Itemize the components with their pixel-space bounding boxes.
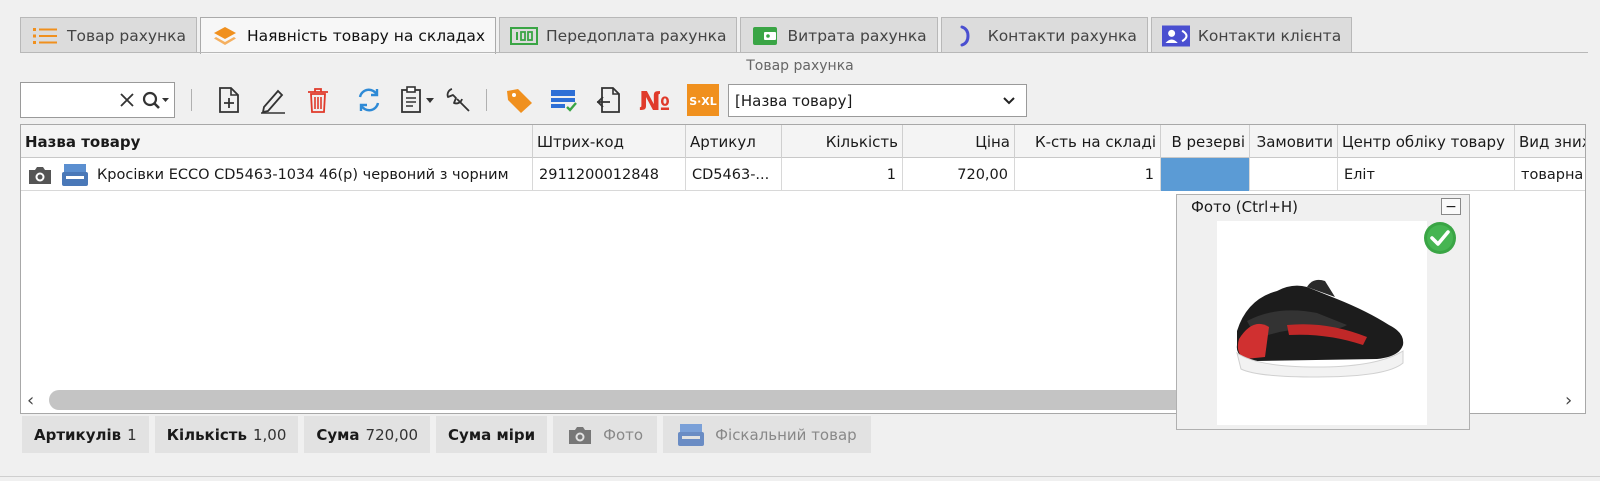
delete-trash-icon[interactable] <box>301 84 335 116</box>
status-sum: Сума 720,00 <box>304 416 431 453</box>
column-header-barcode[interactable]: Штрих-код <box>533 125 686 158</box>
refresh-icon[interactable] <box>352 84 386 116</box>
cell-barcode: 2911200012848 <box>533 158 686 191</box>
column-header-stock[interactable]: К-сть на складі <box>1015 125 1161 158</box>
cell-qty: 1 <box>782 158 903 191</box>
photo-button-label: Фото <box>603 425 644 444</box>
status-sum-label: Сума <box>316 425 360 444</box>
tab-label: Витрата рахунка <box>787 26 927 45</box>
column-header-price[interactable]: Ціна <box>903 125 1015 158</box>
tab-label: Наявність товару на складах <box>247 27 486 45</box>
photo-panel: Фото (Ctrl+H) − <box>1176 194 1470 430</box>
chevron-down-icon <box>1002 94 1016 112</box>
client-contacts-icon <box>1161 24 1190 48</box>
status-articles-label: Артикулів <box>34 425 122 444</box>
section-title: Товар рахунка <box>746 58 854 74</box>
cell-reserve[interactable] <box>1161 158 1250 191</box>
photo-button[interactable]: Фото <box>553 416 658 453</box>
tab-prepayment[interactable]: Передоплата рахунка <box>499 17 738 53</box>
export-document-icon[interactable] <box>592 84 626 116</box>
settings-wrench-icon[interactable] <box>442 84 476 116</box>
minimize-button[interactable]: − <box>1441 198 1461 215</box>
search-input[interactable] <box>27 85 115 115</box>
scrollbar-thumb[interactable] <box>49 390 1192 410</box>
fiscal-goods-button[interactable]: Фіскальний товар <box>663 416 871 453</box>
tab-client-contacts[interactable]: Контакти клієнта <box>1150 17 1353 53</box>
tab-bar: Товар рахунка Наявність товару на склада… <box>20 17 1355 54</box>
size-grid-icon[interactable]: S·XL <box>686 84 720 116</box>
product-photo <box>1217 221 1427 425</box>
tab-label: Товар рахунка <box>67 26 187 45</box>
column-header-reserve[interactable]: В резерві <box>1161 125 1250 158</box>
toolbar-separator <box>191 89 192 111</box>
product-name: Кросівки ECCO CD5463-1034 46(р) червоний… <box>97 166 509 183</box>
toolbar-separator <box>486 89 487 111</box>
prepayment-icon <box>510 24 539 48</box>
cell-discount: товарна <box>1515 158 1585 191</box>
svg-text:№: № <box>639 87 670 114</box>
scroll-right-icon[interactable]: › <box>1565 390 1572 411</box>
tab-expense[interactable]: Витрата рахунка <box>740 17 938 53</box>
column-header-order[interactable]: Замовити <box>1250 125 1338 158</box>
search-options-icon[interactable] <box>139 86 173 114</box>
cell-price: 720,00 <box>903 158 1015 191</box>
cell-name: Кросівки ECCO CD5463-1034 46(р) червоний… <box>21 158 533 191</box>
minimize-icon: − <box>1445 198 1457 215</box>
price-tag-icon[interactable] <box>502 84 536 116</box>
cell-stock: 1 <box>1015 158 1161 191</box>
fiscal-goods-button-label: Фіскальний товар <box>715 425 857 444</box>
camera-icon[interactable] <box>27 164 53 186</box>
column-select-value: [Назва товару] <box>735 91 853 110</box>
tab-label: Передоплата рахунка <box>546 26 727 45</box>
cell-center: Еліт <box>1338 158 1515 191</box>
card-check-icon[interactable] <box>547 84 581 116</box>
scroll-left-icon[interactable]: ‹ <box>27 390 34 411</box>
column-header-article[interactable]: Артикул <box>686 125 782 158</box>
status-qty-label: Кількість <box>166 425 247 444</box>
svg-text:S·XL: S·XL <box>689 95 717 108</box>
status-sum-value: 720,00 <box>365 425 419 444</box>
tab-invoice-contacts[interactable]: Контакти рахунка <box>940 17 1148 53</box>
clear-icon[interactable] <box>115 88 139 112</box>
search-box <box>20 82 175 118</box>
check-confirm-icon[interactable] <box>1423 221 1457 255</box>
fiscal-printer-icon <box>677 423 705 447</box>
status-qty-value: 1,00 <box>252 425 287 444</box>
column-header-qty[interactable]: Кількість <box>782 125 903 158</box>
clipboard-menu-icon[interactable] <box>397 84 439 116</box>
tab-divider <box>20 52 1588 53</box>
column-header-discount[interactable]: Вид зниж <box>1515 125 1585 158</box>
tab-label: Контакти рахунка <box>987 26 1137 45</box>
table-header: Назва товару Штрих-код Артикул Кількість… <box>21 125 1585 158</box>
wallet-icon <box>751 24 779 48</box>
status-measure-label: Сума міри <box>448 425 536 444</box>
status-qty: Кількість 1,00 <box>154 416 299 453</box>
status-measure: Сума міри <box>436 416 548 453</box>
column-select[interactable]: [Назва товару] <box>728 84 1027 117</box>
table-row[interactable]: Кросівки ECCO CD5463-1034 46(р) червоний… <box>21 158 1585 191</box>
tab-invoice-goods[interactable]: Товар рахунка <box>20 17 198 53</box>
edit-pencil-icon[interactable] <box>256 84 290 116</box>
column-header-center[interactable]: Центр обліку товару <box>1338 125 1515 158</box>
status-bar: Артикулів 1 Кількість 1,00 Сума 720,00 С… <box>22 416 871 453</box>
fiscal-printer-icon[interactable] <box>61 163 89 187</box>
bottom-divider <box>0 476 1600 477</box>
contacts-icon <box>952 24 980 48</box>
tab-label: Контакти клієнта <box>1197 26 1342 45</box>
tab-stock-availability[interactable]: Наявність товару на складах <box>200 17 497 54</box>
status-articles-value: 1 <box>127 425 137 444</box>
list-icon <box>31 24 59 48</box>
layers-icon <box>211 24 239 48</box>
status-articles: Артикулів 1 <box>22 416 149 453</box>
column-header-name[interactable]: Назва товару <box>21 125 533 158</box>
number-sign-icon[interactable]: № <box>637 84 677 116</box>
camera-icon <box>567 424 593 446</box>
photo-panel-title: Фото (Ctrl+H) <box>1191 198 1299 216</box>
cell-order <box>1250 158 1338 191</box>
add-document-icon[interactable] <box>212 84 246 116</box>
cell-article: CD5463-... <box>686 158 782 191</box>
